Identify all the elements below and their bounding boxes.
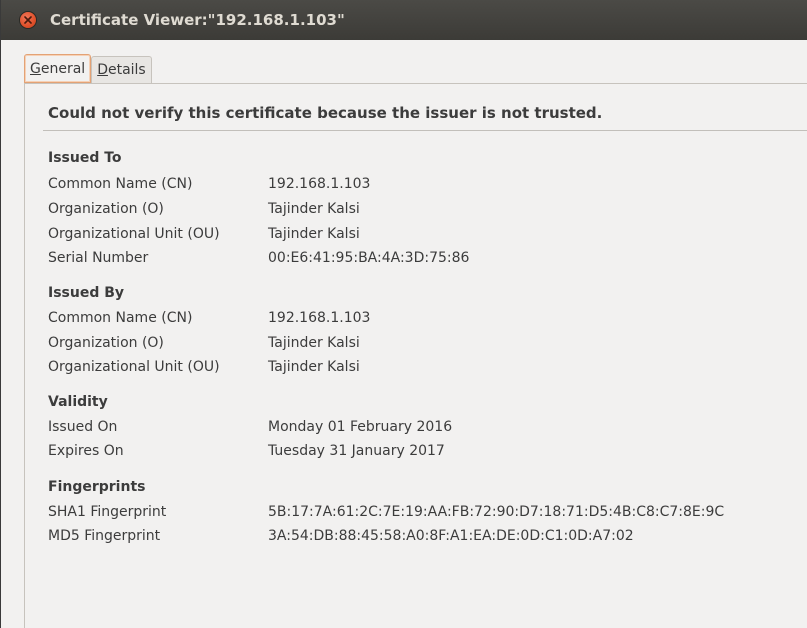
issued-by-heading: Issued By — [48, 285, 125, 301]
expires-on-label: Expires On — [48, 443, 124, 459]
issued-by-ou-value: Tajinder Kalsi — [268, 359, 360, 375]
sha1-fingerprint-label: SHA1 Fingerprint — [48, 504, 167, 520]
trust-warning: Could not verify this certificate becaus… — [48, 104, 603, 122]
issued-by-org-label: Organization (O) — [48, 335, 164, 351]
md5-fingerprint-value: 3A:54:DB:88:45:58:A0:8F:A1:EA:DE:0D:C1:0… — [268, 528, 634, 544]
close-button[interactable] — [20, 12, 36, 28]
issued-by-cn-value: 192.168.1.103 — [268, 310, 371, 326]
tab-bar: General Details — [24, 54, 152, 83]
serial-number-label: Serial Number — [48, 250, 149, 266]
certificate-viewer-window: Certificate Viewer:"192.168.1.103" Gener… — [0, 0, 807, 628]
issued-by-cn-label: Common Name (CN) — [48, 310, 193, 326]
issued-on-label: Issued On — [48, 419, 118, 435]
tab-general-mnemonic: G — [30, 61, 41, 77]
issued-to-org-value: Tajinder Kalsi — [268, 201, 360, 217]
issued-by-ou-label: Organizational Unit (OU) — [48, 359, 220, 375]
issued-by-org-value: Tajinder Kalsi — [268, 335, 360, 351]
sha1-fingerprint-value: 5B:17:7A:61:2C:7E:19:AA:FB:72:90:D7:18:7… — [268, 504, 725, 520]
separator — [43, 130, 807, 131]
tab-general[interactable]: General — [24, 54, 92, 83]
issued-on-value: Monday 01 February 2016 — [268, 419, 453, 435]
tab-general-label: eneral — [40, 61, 86, 77]
fingerprints-heading: Fingerprints — [48, 479, 146, 495]
issued-to-org-label: Organization (O) — [48, 201, 164, 217]
issued-to-cn-value: 192.168.1.103 — [268, 176, 371, 192]
issued-to-heading: Issued To — [48, 150, 122, 166]
issued-to-ou-value: Tajinder Kalsi — [268, 226, 360, 242]
serial-number-value: 00:E6:41:95:BA:4A:3D:75:86 — [268, 250, 470, 266]
issued-to-cn-label: Common Name (CN) — [48, 176, 193, 192]
title-bar[interactable]: Certificate Viewer:"192.168.1.103" — [1, 0, 807, 40]
general-panel: Could not verify this certificate becaus… — [24, 83, 807, 628]
validity-heading: Validity — [48, 394, 108, 410]
expires-on-value: Tuesday 31 January 2017 — [268, 443, 445, 459]
close-icon — [24, 16, 32, 24]
tab-details-label: etails — [107, 62, 146, 78]
md5-fingerprint-label: MD5 Fingerprint — [48, 528, 161, 544]
tab-details[interactable]: Details — [91, 56, 152, 83]
tab-details-mnemonic: D — [97, 62, 108, 78]
issued-to-ou-label: Organizational Unit (OU) — [48, 226, 220, 242]
window-title: Certificate Viewer:"192.168.1.103" — [50, 11, 345, 29]
